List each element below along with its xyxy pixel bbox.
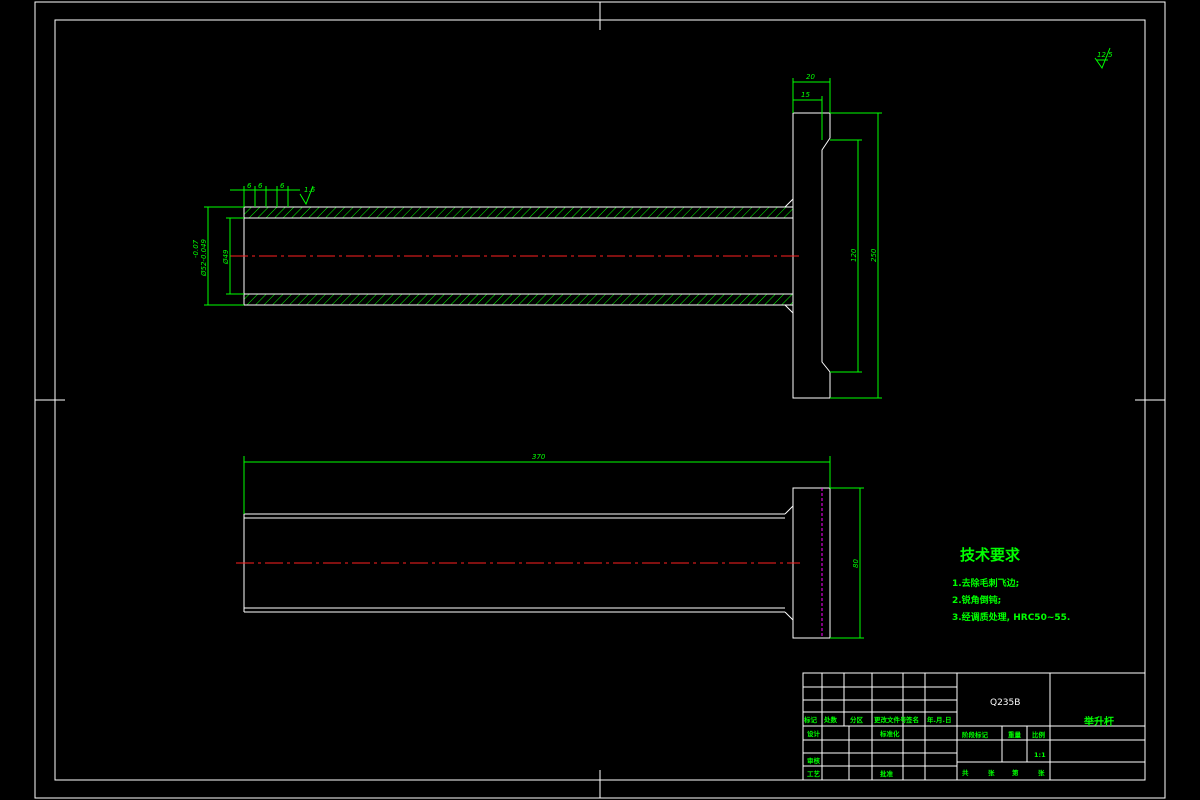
fillet-bottom (784, 304, 794, 314)
tb-header-date: 年.月.日 (927, 715, 951, 724)
dim-text-bore-diameter: Ø49 (222, 249, 230, 265)
dim-text-groove-1: 6 (247, 182, 252, 190)
tb-sheet-word: 张 (988, 768, 995, 777)
drawing-frame (34, 1, 1166, 799)
tb-sheet-word2: 张 (1038, 768, 1045, 777)
dim-text-flange-height: 250 (870, 248, 878, 262)
dim-text-groove-2: 6 (258, 182, 263, 190)
front-view-dimensions (204, 78, 882, 399)
dim-text-outer-tol-upper: -0.07 (192, 239, 200, 258)
tb-header-change-doc: 更改文件号 (874, 715, 907, 724)
dim-text-flange-inner: 120 (850, 248, 858, 262)
tb-role-review: 审核 (807, 756, 821, 765)
engineering-drawing: 12.5 20 15 250 120 Ø52-0.049 -0.07 Ø49 6… (34, 1, 1166, 799)
outer-border (34, 1, 1166, 799)
top-view-dimensions (243, 456, 864, 639)
tech-requirement-3: 3.经调质处理, HRC50~55. (952, 611, 1070, 623)
front-view (230, 112, 831, 399)
tube-wall-bottom (243, 293, 794, 306)
inner-border (54, 19, 1146, 781)
tb-header-zone: 分区 (850, 715, 864, 724)
fillet-top-view-b (784, 611, 794, 621)
tb-part-name: 举升杆 (1083, 715, 1114, 728)
dim-text-outer-diameter: Ø52-0.049 (200, 238, 208, 277)
tb-sheet-total: 共 (962, 768, 969, 777)
tb-role-design: 设计 (807, 729, 821, 738)
tb-approve: 批准 (880, 769, 894, 778)
tech-requirements-title: 技术要求 (960, 546, 1021, 564)
tech-requirement-1: 1.去除毛刺飞边; (952, 577, 1019, 589)
tb-ratio: 比例 (1032, 730, 1046, 739)
tb-stage-mark: 阶段标记 (962, 730, 989, 739)
tb-header-mark: 标记 (803, 715, 818, 724)
roughness-general: 12.5 (1094, 47, 1113, 70)
tb-material: Q235B (990, 698, 1020, 708)
tb-header-count: 处数 (823, 715, 838, 724)
top-view (236, 487, 831, 639)
tb-standardization: 标准化 (879, 729, 900, 738)
front-view-dimension-texts: 20 15 250 120 Ø52-0.049 -0.07 Ø49 6 6 6 … (192, 73, 878, 277)
dim-text-flange-width: 80 (852, 559, 860, 568)
fillet-top (784, 198, 794, 208)
tb-role-process: 工艺 (807, 769, 821, 778)
top-view-dimension-texts: 370 80 (532, 453, 860, 568)
tb-header-signature: 签名 (905, 715, 919, 724)
tb-scale: 1:1 (1034, 751, 1046, 759)
dim-text-roughness-bore: 1.6 (304, 186, 316, 194)
tech-requirement-2: 2.锐角倒钝; (952, 594, 1001, 606)
roughness-general-value: 12.5 (1097, 51, 1113, 59)
dim-text-groove-3: 6 (280, 182, 285, 190)
tech-requirements: 技术要求 1.去除毛刺飞边; 2.锐角倒钝; 3.经调质处理, HRC50~55… (952, 546, 1070, 623)
dim-text-total-length: 370 (532, 453, 546, 461)
dim-text-step-depth: 15 (801, 91, 810, 99)
fillet-top-view-a (784, 505, 794, 515)
tb-sheet-no: 第 (1012, 768, 1019, 777)
dim-text-flange-thickness: 20 (806, 73, 815, 81)
tube-wall-top (243, 206, 794, 219)
tb-weight: 重量 (1008, 730, 1022, 739)
